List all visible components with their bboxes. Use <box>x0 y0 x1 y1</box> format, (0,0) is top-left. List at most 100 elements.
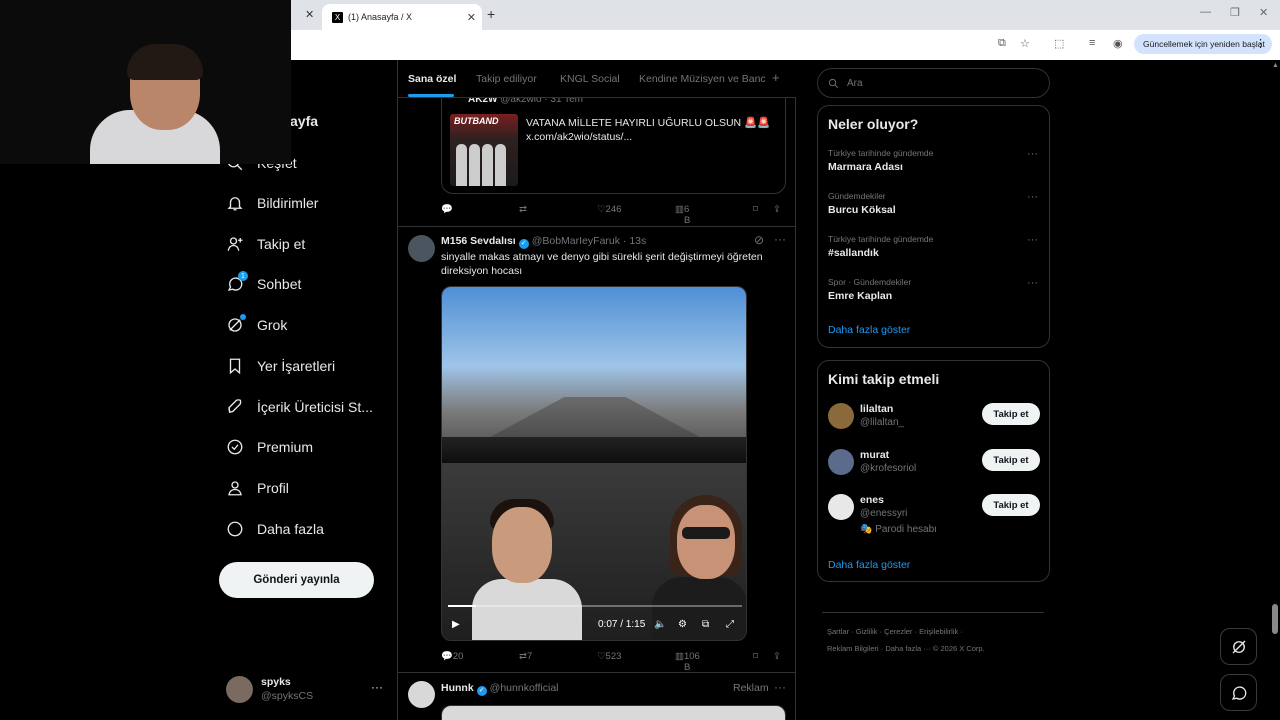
follow-button[interactable]: Takip et <box>982 449 1040 471</box>
nav-creator-studio[interactable]: İçerik Üreticisi St... <box>226 398 373 416</box>
nav-more[interactable]: Daha fazla <box>226 520 324 538</box>
reply-button[interactable]: 💬 20 <box>441 651 463 662</box>
settings-icon[interactable]: ⚙ <box>678 619 687 630</box>
post[interactable]: M156 Sevdalısı ✓ @BobMarIeyFaruk · 13s ⊘ ·… <box>398 226 796 672</box>
grok-dot <box>240 314 246 320</box>
tab-musician-list[interactable]: Kendine Müzisyen ve Banc <box>639 73 766 85</box>
add-tab-icon[interactable]: + <box>772 70 780 85</box>
nav-home[interactable]: ayfa <box>290 113 318 129</box>
nav-profile[interactable]: Profil <box>226 479 289 497</box>
scrollbar[interactable]: ▲ <box>1270 60 1280 720</box>
parody-label: 🎭 Parodi hesabı <box>860 524 937 535</box>
follow-suggestion[interactable]: murat @krofesoriol Takip et <box>828 449 1040 479</box>
quoted-post-card[interactable]: BUTBAND VATANA MİLLETE HAYIRLI UĞURLU OL… <box>441 98 786 194</box>
bookmark-icon[interactable]: ⌑ <box>753 204 758 215</box>
new-tab-icon[interactable]: + <box>487 6 495 22</box>
more-circle-icon <box>226 520 244 538</box>
trend-item[interactable]: Türkiye tarihinde gündemde Marmara Adası… <box>828 148 1038 173</box>
footer-links-2[interactable]: Reklam Bilgileri · Daha fazla ··· © 2026… <box>827 644 985 653</box>
repost-icon[interactable]: ⇄ <box>519 204 527 215</box>
grok-icon[interactable]: ⊘ <box>754 233 764 247</box>
play-icon[interactable]: ▶ <box>452 619 460 630</box>
bookmark-icon <box>226 357 244 375</box>
more-icon[interactable]: ··· <box>371 680 383 694</box>
update-restart-button[interactable]: Güncellemek için yeniden başlat ⋮ <box>1134 34 1272 54</box>
video-player[interactable]: ▶ 0:07 / 1:15 🔈 ⚙ ⧉ ⤢ <box>441 286 747 641</box>
star-icon[interactable]: ☆ <box>1020 37 1030 50</box>
nav-grok[interactable]: Grok <box>226 314 287 334</box>
ad-label: Reklam <box>733 682 769 694</box>
webcam-overlay <box>0 0 291 164</box>
ad-post[interactable]: Hunnk ✓ @hunnkofficial Reklam ··· <box>398 672 796 720</box>
trend-item[interactable]: Spor · Gündemdekiler Emre Kaplan ··· <box>828 277 1038 302</box>
media-icon[interactable]: ≡ <box>1089 37 1095 49</box>
tab-following[interactable]: Takip ediliyor <box>476 73 537 85</box>
views-stat[interactable]: ▥ 106 B <box>675 651 700 673</box>
show-more-link[interactable]: Daha fazla göster <box>828 559 910 571</box>
avatar <box>828 403 854 429</box>
video-scrubber[interactable] <box>448 605 742 607</box>
more-icon[interactable]: ··· <box>1027 191 1038 203</box>
grok-button[interactable] <box>1220 628 1257 665</box>
browser-menu-icon[interactable]: ⋮ <box>1255 37 1266 50</box>
fullscreen-icon[interactable]: ⤢ <box>726 619 734 630</box>
tab-for-you[interactable]: Sana özel <box>408 73 456 85</box>
search-input[interactable]: Ara <box>817 68 1050 98</box>
mask-icon: 🎭 <box>860 524 873 535</box>
volume-icon[interactable]: 🔈 <box>654 619 666 630</box>
follow-suggestion[interactable]: lilaltan @lilaltan_ Takip et <box>828 403 1040 433</box>
close-tab-icon[interactable]: ✕ <box>467 11 476 24</box>
x-logo-icon: X <box>332 11 343 23</box>
search-icon <box>828 78 838 88</box>
nav-premium[interactable]: Premium <box>226 438 313 456</box>
account-handle: @spyksCS <box>261 690 314 702</box>
profile-icon[interactable]: ◉ <box>1113 37 1123 50</box>
share-icon[interactable]: ⇪ <box>773 204 781 215</box>
scroll-up-icon[interactable]: ▲ <box>1272 62 1279 69</box>
address-bar[interactable] <box>291 30 1280 60</box>
tab-kngl-social[interactable]: KNGL Social <box>560 73 620 85</box>
pip-icon[interactable]: ⧉ <box>702 619 709 630</box>
follow-button[interactable]: Takip et <box>982 494 1040 516</box>
avatar <box>828 449 854 475</box>
more-icon[interactable]: ··· <box>774 680 786 694</box>
bookmark-icon[interactable]: ⌑ <box>753 651 758 662</box>
footer-links[interactable]: Şartlar · Gizlilik · Çerezler · Erişileb… <box>827 627 963 636</box>
like-button[interactable]: ♡ 246 <box>597 204 621 215</box>
follow-button[interactable]: Takip et <box>982 403 1040 425</box>
trend-item[interactable]: Türkiye tarihinde gündemde #sallandık ··… <box>828 234 1038 259</box>
who-to-follow-panel: Kimi takip etmeli lilaltan @lilaltan_ Ta… <box>817 360 1050 582</box>
rocket-icon <box>226 398 244 416</box>
like-button[interactable]: ♡ 523 <box>597 651 621 662</box>
repost-button[interactable]: ⇄ 7 <box>519 651 532 662</box>
account-name: spyks <box>261 676 291 688</box>
more-icon[interactable]: ··· <box>1027 234 1038 246</box>
verified-icon: ✓ <box>476 686 487 696</box>
account-switcher[interactable]: spyks @spyksCS ··· <box>226 674 386 704</box>
nav-bookmarks[interactable]: Yer İşaretleri <box>226 357 335 375</box>
views-stat[interactable]: ▥ 6 B <box>675 204 690 226</box>
more-icon[interactable]: ··· <box>1027 277 1038 289</box>
nav-chat[interactable]: 1 Sohbet <box>226 271 301 293</box>
browser-tab[interactable]: X (1) Anasayfa / X ✕ <box>322 4 482 30</box>
close-tab-icon[interactable]: ✕ <box>305 8 314 21</box>
maximize-icon[interactable]: ❐ <box>1230 6 1240 19</box>
minimize-icon[interactable]: — <box>1200 6 1211 18</box>
follow-suggestion[interactable]: enes @enessyri 🎭 Parodi hesabı Takip et <box>828 494 1040 535</box>
more-icon[interactable]: ··· <box>1027 148 1038 160</box>
timeline: BUTBAND VATANA MİLLETE HAYIRLI UĞURLU OL… <box>397 60 796 720</box>
nav-notifications[interactable]: Bildirimler <box>226 194 318 212</box>
nav-follow[interactable]: Takip et <box>226 235 305 253</box>
ad-media[interactable] <box>441 705 786 720</box>
share-icon[interactable]: ⇪ <box>773 651 781 662</box>
trend-item[interactable]: Gündemdekiler Burcu Köksal ··· <box>828 191 1038 216</box>
more-icon[interactable]: ··· <box>774 232 786 246</box>
messages-button[interactable] <box>1220 674 1257 711</box>
install-icon[interactable]: ⧉ <box>998 37 1006 50</box>
window-close-icon[interactable]: ✕ <box>1259 6 1268 19</box>
scrollbar-thumb[interactable] <box>1272 604 1278 634</box>
extensions-icon[interactable]: ⬚ <box>1054 37 1064 50</box>
post-button[interactable]: Gönderi yayınla <box>219 562 374 598</box>
reply-icon[interactable]: 💬 <box>441 204 453 215</box>
show-more-link[interactable]: Daha fazla göster <box>828 324 910 336</box>
